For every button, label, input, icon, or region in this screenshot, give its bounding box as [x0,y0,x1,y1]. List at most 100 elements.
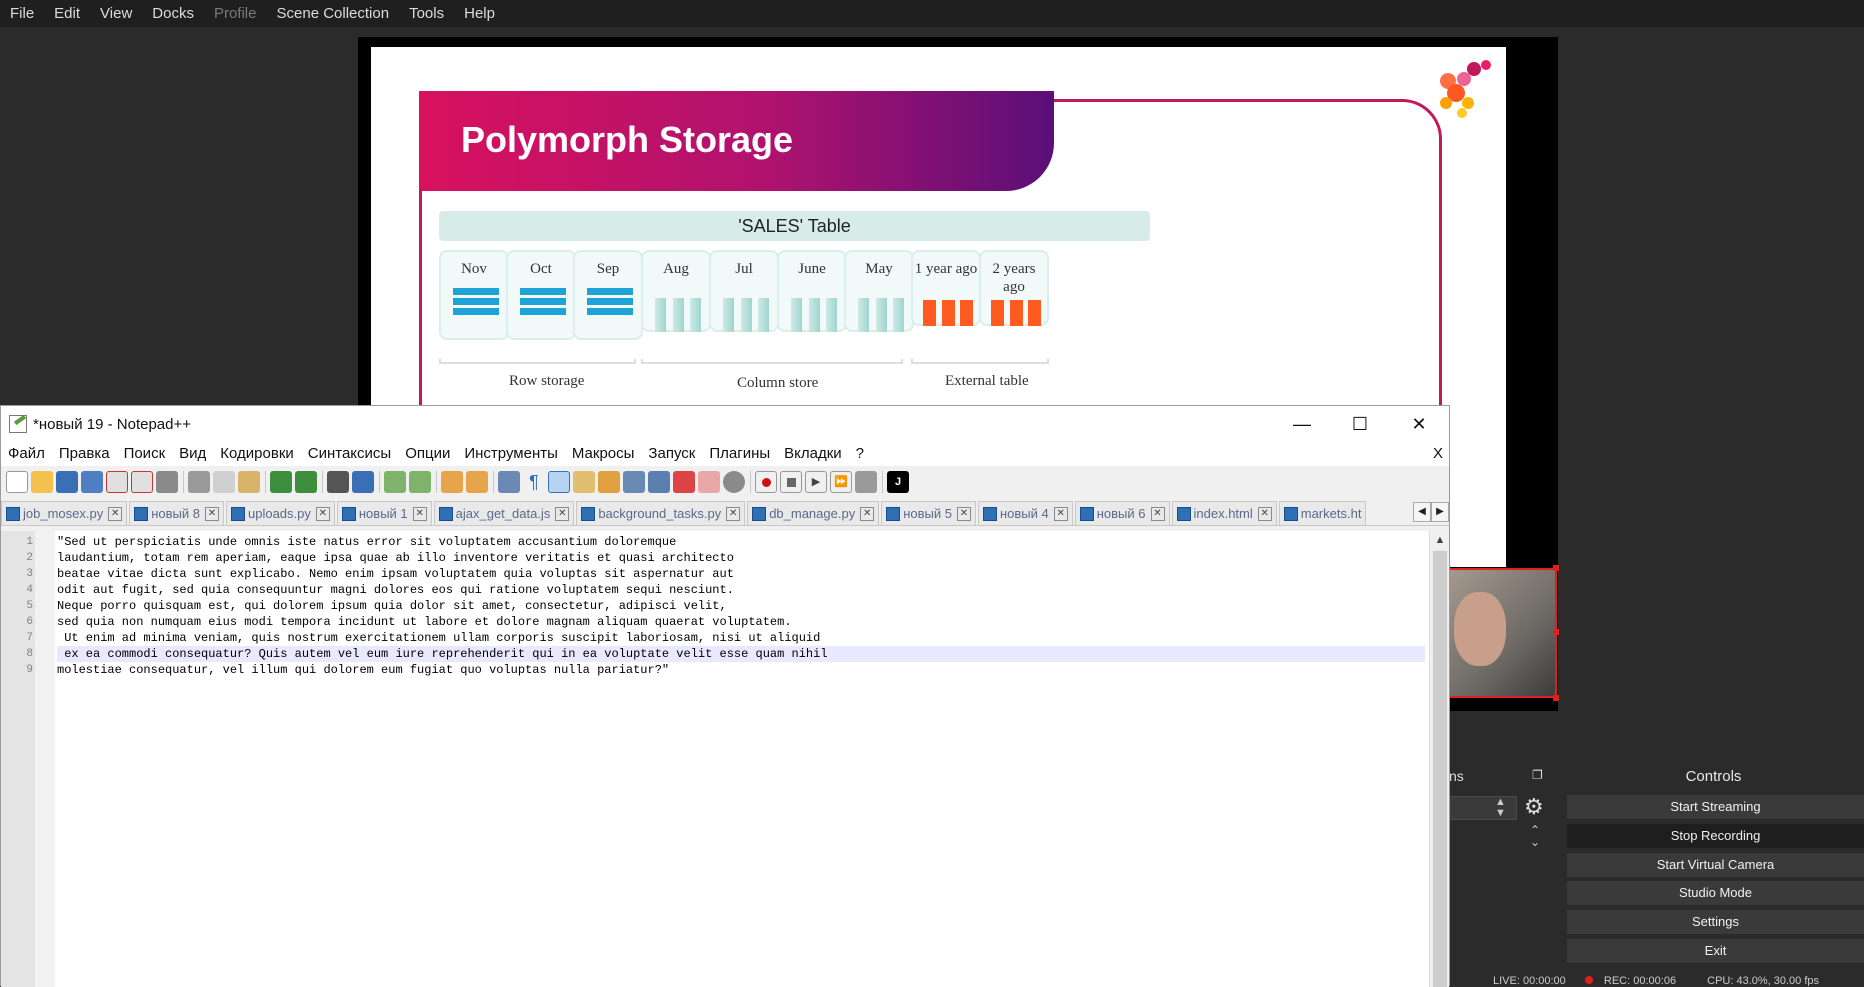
menu-language[interactable]: Синтаксисы [301,442,398,466]
code-line[interactable]: sed quia non numquam eius modi tempora i… [57,614,1425,630]
tab-close-icon[interactable]: ✕ [956,506,971,521]
tab-close-icon[interactable]: ✕ [1053,506,1068,521]
code-line[interactable]: Ut enim ad minima veniam, quis nostrum e… [57,630,1425,646]
run-macro-multiple-icon[interactable]: ⏩ [830,471,852,493]
menu-macro[interactable]: Макросы [565,442,642,466]
cloud-icon[interactable] [723,471,745,493]
scroll-up-icon[interactable]: ▲ [1430,531,1450,549]
text-editor[interactable]: 1 2 3 4 5 6 7 8 9 "Sed ut perspiciatis u… [1,531,1449,987]
maximize-button[interactable]: ☐ [1331,406,1389,442]
code-line[interactable]: molestiae consequatur, vel illum qui dol… [57,662,1425,678]
obs-menu-view[interactable]: View [90,0,142,27]
tab-db-manage[interactable]: db_manage.py ✕ [747,501,880,525]
doc-list-icon[interactable] [623,471,645,493]
tab-close-icon[interactable]: ✕ [315,506,330,521]
chevron-updown-icon[interactable]: ⌃ ⌄ [1530,824,1540,848]
new-file-icon[interactable] [6,471,28,493]
minimize-button[interactable]: — [1273,406,1331,442]
tab-markets[interactable]: markets.ht [1278,501,1367,525]
obs-menu-file[interactable]: File [0,0,44,27]
tab-new-5[interactable]: новый 5 ✕ [881,501,976,525]
redo-icon[interactable] [295,471,317,493]
stop-macro-icon[interactable] [780,471,802,493]
code-line[interactable]: Neque porro quisquam est, qui dolorem ip… [57,598,1425,614]
menu-search[interactable]: Поиск [117,442,173,466]
webcam-source[interactable] [1446,568,1557,698]
tab-new-1[interactable]: новый 1 ✕ [336,501,432,525]
tab-new-4[interactable]: новый 4 ✕ [977,501,1073,525]
sync-vertical-icon[interactable] [441,471,463,493]
tab-background-tasks[interactable]: background_tasks.py ✕ [576,501,746,525]
code-line[interactable]: odit aut fugit, sed quia consequuntur ma… [57,582,1425,598]
tab-job-mosex[interactable]: job_mosex.py ✕ [1,501,128,525]
tab-close-icon[interactable]: ✕ [108,506,123,521]
spinner-arrows-icon[interactable]: ▲ ▼ [1495,797,1506,819]
close-button[interactable]: ✕ [1390,406,1448,442]
exit-button[interactable]: Exit [1567,939,1864,963]
tab-new-8[interactable]: новый 8 ✕ [129,501,224,525]
doc-map-icon[interactable] [598,471,620,493]
menu-view[interactable]: Вид [172,442,213,466]
folder-as-workspace-icon[interactable] [673,471,695,493]
notepad-titlebar[interactable]: *новый 19 - Notepad++ — ☐ ✕ [1,406,1449,442]
indent-guide-icon[interactable] [548,471,570,493]
find-icon[interactable] [327,471,349,493]
resize-handle[interactable] [1553,565,1559,571]
function-list-icon[interactable] [648,471,670,493]
menu-plugins[interactable]: Плагины [702,442,777,466]
studio-mode-button[interactable]: Studio Mode [1567,881,1864,905]
obs-menu-edit[interactable]: Edit [44,0,90,27]
obs-menu-help[interactable]: Help [454,0,505,27]
menu-window[interactable]: Вкладки [777,442,849,466]
tab-scroll-right-icon[interactable]: ▶ [1431,502,1449,522]
current-code-line[interactable]: ex ea commodi consequatur? Quis autem ve… [57,646,1425,662]
tab-close-icon[interactable]: ✕ [1257,506,1272,521]
resize-handle[interactable] [1553,629,1559,635]
tab-close-icon[interactable]: ✕ [726,506,741,521]
menu-encoding[interactable]: Кодировки [213,442,300,466]
show-all-characters-icon[interactable]: ¶ [523,471,545,493]
tab-close-icon[interactable]: ✕ [860,506,875,521]
tab-uploads[interactable]: uploads.py ✕ [225,501,335,525]
save-all-icon[interactable] [81,471,103,493]
close-file-icon[interactable] [106,471,128,493]
vertical-scrollbar[interactable]: ▲ [1429,531,1449,987]
print-icon[interactable] [156,471,178,493]
tab-close-icon[interactable]: ✕ [555,506,570,521]
settings-button[interactable]: Settings [1567,910,1864,934]
obs-menu-profile[interactable]: Profile [204,0,267,27]
dock-float-icon[interactable]: ❐ [1532,768,1546,782]
fold-margin[interactable] [35,531,55,987]
open-file-icon[interactable] [31,471,53,493]
language-icon[interactable] [573,471,595,493]
tab-ajax-get-data[interactable]: ajax_get_data.js ✕ [433,501,575,525]
stop-recording-button[interactable]: Stop Recording [1567,824,1864,848]
save-icon[interactable] [56,471,78,493]
start-streaming-button[interactable]: Start Streaming [1567,795,1864,819]
start-virtual-camera-button[interactable]: Start Virtual Camera [1567,853,1864,877]
play-macro-icon[interactable]: ▶ [805,471,827,493]
record-macro-icon[interactable] [755,471,777,493]
menu-settings[interactable]: Опции [398,442,457,466]
tab-new-6[interactable]: новый 6 ✕ [1074,501,1170,525]
code-line[interactable]: laudantium, totam rem aperiam, eaque ips… [57,550,1425,566]
close-document-button[interactable]: X [1433,442,1443,466]
plugin-j-icon[interactable]: J [887,471,909,493]
tab-close-icon[interactable]: ✕ [1150,506,1165,521]
paste-icon[interactable] [238,471,260,493]
obs-menu-docks[interactable]: Docks [142,0,204,27]
close-all-icon[interactable] [131,471,153,493]
menu-help[interactable]: ? [849,442,871,466]
word-wrap-icon[interactable] [498,471,520,493]
copy-icon[interactable] [213,471,235,493]
tab-close-icon[interactable]: ✕ [412,506,427,521]
replace-icon[interactable] [352,471,374,493]
tab-scroll-left-icon[interactable]: ◀ [1413,502,1431,522]
menu-edit[interactable]: Правка [52,442,117,466]
resize-handle[interactable] [1553,695,1559,701]
zoom-out-icon[interactable] [409,471,431,493]
save-macro-icon[interactable] [855,471,877,493]
code-line[interactable]: "Sed ut perspiciatis unde omnis iste nat… [57,534,1425,550]
tab-index-html[interactable]: index.html ✕ [1171,501,1277,525]
menu-tools[interactable]: Инструменты [457,442,565,466]
